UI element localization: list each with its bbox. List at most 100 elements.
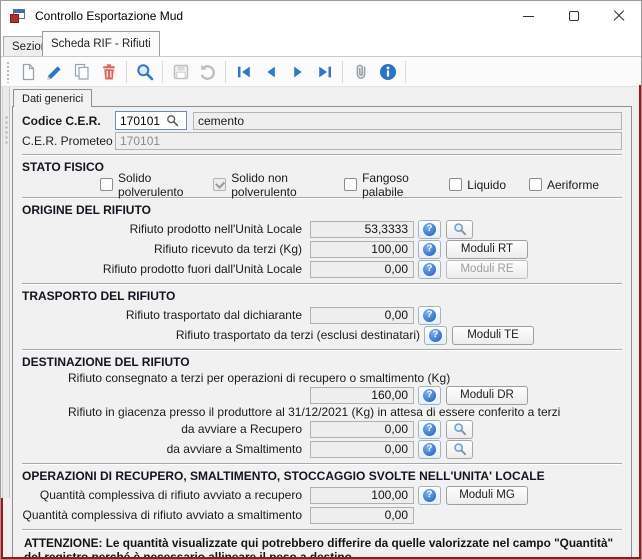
help-button[interactable]: ? [418, 386, 441, 405]
window-red-border [639, 85, 641, 559]
help-icon: ? [423, 443, 436, 456]
help-button[interactable]: ? [424, 326, 447, 345]
checkbox-solido-non-polverulento: Solido non polverulento [213, 171, 321, 199]
row-trasportato-da-terzi: Rifiuto trasportato da terzi (esclusi de… [22, 325, 622, 345]
new-record-button[interactable] [14, 59, 41, 85]
prodotto-unita-locale-field[interactable]: 53,3333 [310, 221, 414, 238]
copy-icon [72, 62, 92, 82]
new-document-icon [18, 62, 38, 82]
codice-cer-input[interactable] [120, 114, 166, 128]
trasportato-dichiarante-field[interactable]: 0,00 [310, 307, 414, 324]
ricevuto-da-terzi-field[interactable]: 100,00 [310, 241, 414, 258]
moduli-dr-button[interactable]: Moduli DR [446, 386, 528, 405]
pencil-icon [45, 62, 65, 82]
save-icon [171, 62, 191, 82]
splitter-grip-icon [5, 115, 8, 145]
consegnato-a-terzi-field[interactable]: 160,00 [310, 387, 414, 404]
maximize-icon [569, 11, 579, 21]
nav-next-icon [288, 62, 308, 82]
row-ricevuto-da-terzi: Rifiuto ricevuto da terzi (Kg) 100,00 ? … [22, 239, 622, 259]
help-button[interactable]: ? [418, 440, 441, 459]
detail-search-button[interactable] [446, 220, 473, 239]
magnifier-icon [453, 422, 467, 436]
minimize-button[interactable] [506, 1, 551, 31]
nav-first-button[interactable] [230, 59, 257, 85]
help-button[interactable]: ? [418, 260, 441, 279]
window-red-border [1, 498, 3, 559]
window-red-border [1, 557, 641, 559]
cer-prometeo-label: C.E.R. Prometeo [22, 134, 115, 148]
help-button[interactable]: ? [418, 486, 441, 505]
dati-generici-panel: Codice C.E.R. cemento C.E.R. Prometeo 17… [12, 106, 632, 558]
search-icon [135, 62, 155, 82]
operazioni-header: OPERAZIONI DI RECUPERO, SMALTIMENTO, STO… [22, 469, 622, 484]
trash-icon [99, 62, 119, 82]
toolbar-separator [162, 61, 163, 83]
codice-cer-label: Codice C.E.R. [22, 114, 115, 128]
codice-cer-description-field: cemento [193, 112, 622, 130]
checkbox-icon [529, 178, 542, 191]
attachment-button[interactable] [347, 59, 374, 85]
help-button[interactable]: ? [418, 240, 441, 259]
help-button[interactable]: ? [418, 220, 441, 239]
edit-button[interactable] [41, 59, 68, 85]
client-area: Dati generici Codice C.E.R. cemento C.E.… [1, 87, 641, 559]
complessiva-recupero-field[interactable]: 100,00 [310, 487, 414, 504]
lookup-magnifier-icon[interactable] [166, 114, 179, 127]
checkbox-icon [449, 178, 462, 191]
copy-button[interactable] [68, 59, 95, 85]
consegnato-a-terzi-label: Rifiuto consegnato a terzi per operazion… [68, 371, 622, 385]
search-button[interactable] [131, 59, 158, 85]
checkbox-aeriforme[interactable]: Aeriforme [529, 178, 599, 192]
origine-header: ORIGINE DEL RIFIUTO [22, 203, 622, 218]
checkbox-fangoso-palabile[interactable]: Fangoso palabile [344, 171, 426, 199]
toolbar [1, 56, 641, 87]
checkbox-solido-polverulento[interactable]: Solido polverulento [100, 171, 190, 199]
toolbar-separator [126, 61, 127, 83]
detail-search-button[interactable] [446, 420, 473, 439]
tab-scheda-rif-rifiuti[interactable]: Scheda RIF - Rifiuti [42, 31, 160, 56]
moduli-rt-button[interactable]: Moduli RT [446, 240, 528, 259]
help-button[interactable]: ? [418, 420, 441, 439]
checkbox-icon [213, 178, 226, 191]
help-icon: ? [423, 263, 436, 276]
close-button[interactable] [596, 1, 641, 31]
moduli-mg-button[interactable]: Moduli MG [446, 486, 528, 505]
help-icon: ? [423, 423, 436, 436]
destinazione-header: DESTINAZIONE DEL RIFIUTO [22, 355, 622, 370]
row-trasportato-dichiarante: Rifiuto trasportato dal dichiarante 0,00… [22, 305, 622, 325]
help-icon: ? [423, 489, 436, 502]
nav-first-icon [234, 62, 254, 82]
avviare-recupero-field[interactable]: 0,00 [310, 421, 414, 438]
minimize-icon [523, 16, 534, 17]
cer-prometeo-field: 170101 [115, 132, 622, 150]
toolbar-grip[interactable] [6, 61, 10, 83]
nav-previous-icon [261, 62, 281, 82]
help-button[interactable]: ? [418, 306, 441, 325]
close-icon [613, 10, 625, 22]
stato-fisico-options: Solido polverulento Solido non polverule… [100, 176, 622, 193]
avviare-smaltimento-field[interactable]: 0,00 [310, 441, 414, 458]
tab-dati-generici[interactable]: Dati generici [13, 89, 92, 107]
toolbar-separator [342, 61, 343, 83]
checkbox-icon [344, 178, 357, 191]
checkbox-icon [100, 178, 113, 191]
nav-next-button[interactable] [284, 59, 311, 85]
prodotto-fuori-unita-field[interactable]: 0,00 [310, 261, 414, 278]
row-avviare-smaltimento: da avviare a Smaltimento 0,00 ? [22, 439, 622, 459]
info-button[interactable] [374, 59, 401, 85]
moduli-te-button[interactable]: Moduli TE [452, 326, 534, 345]
app-icon [10, 8, 26, 24]
nav-last-button[interactable] [311, 59, 338, 85]
side-splitter[interactable] [2, 87, 10, 498]
maximize-button[interactable] [551, 1, 596, 31]
section-separator [22, 349, 622, 351]
detail-search-button[interactable] [446, 440, 473, 459]
section-separator [22, 463, 622, 465]
checkbox-liquido[interactable]: Liquido [449, 178, 506, 192]
nav-previous-button[interactable] [257, 59, 284, 85]
delete-button[interactable] [95, 59, 122, 85]
row-prodotto-fuori-unita: Rifiuto prodotto fuori dall'Unità Locale… [22, 259, 622, 279]
complessiva-smaltimento-field[interactable]: 0,00 [310, 507, 414, 524]
section-separator [22, 154, 622, 156]
